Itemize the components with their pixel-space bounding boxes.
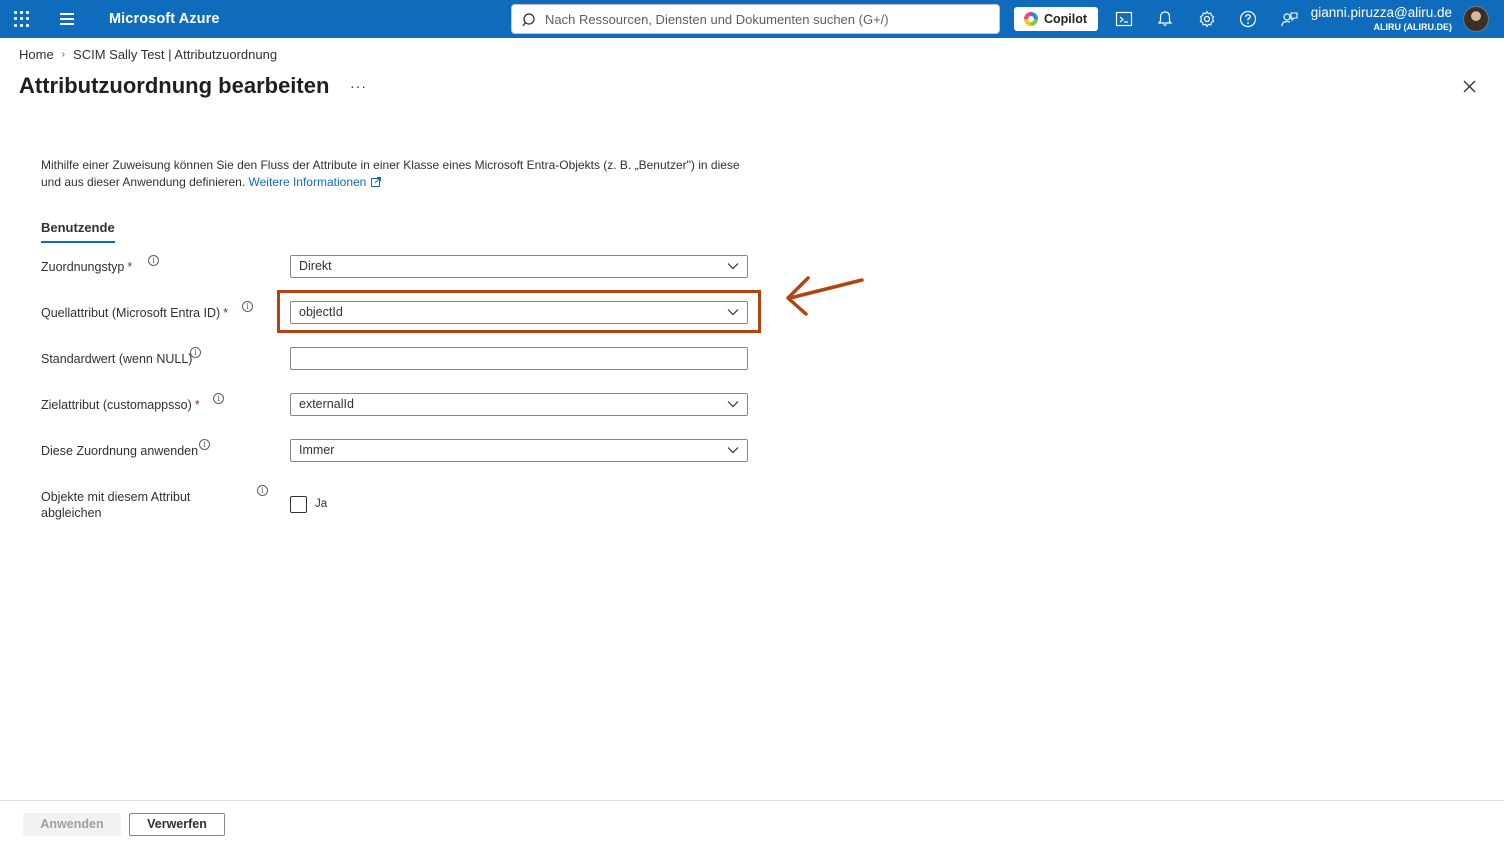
info-icon[interactable]: i — [199, 439, 210, 450]
user-tenant: ALIRU (ALIRU.DE) — [1373, 22, 1453, 32]
avatar[interactable] — [1463, 6, 1489, 32]
highlight-box — [277, 290, 761, 333]
mapping-type-label: Zuordnungstyp * — [41, 260, 133, 274]
target-attribute-value: externalId — [299, 397, 354, 411]
discard-button[interactable]: Verwerfen — [129, 813, 225, 836]
source-attribute-label: Quellattribut (Microsoft Entra ID) * — [41, 306, 229, 320]
apply-mapping-label: Diese Zuordnung anwenden — [41, 444, 199, 458]
learn-more-link[interactable]: Weitere Informationen — [249, 175, 382, 189]
account-menu[interactable]: gianni.piruzza@aliru.de ALIRU (ALIRU.DE) — [1311, 5, 1452, 33]
learn-more-label: Weitere Informationen — [248, 175, 367, 189]
search-input[interactable] — [545, 9, 985, 29]
brand-title[interactable]: Microsoft Azure — [109, 11, 220, 27]
footer-bar: Anwenden Verwerfen — [0, 800, 1504, 846]
info-icon[interactable]: i — [190, 347, 201, 358]
target-attribute-label: Zielattribut (customappsso) * — [41, 398, 200, 412]
apply-button[interactable]: Anwenden — [23, 813, 121, 836]
bell-icon[interactable] — [1155, 9, 1175, 29]
hamburger-icon[interactable] — [60, 13, 76, 25]
cloud-shell-icon[interactable] — [1114, 9, 1134, 29]
match-objects-label-line2: abgleichen — [41, 506, 102, 520]
more-options-icon[interactable]: ··· — [350, 78, 367, 94]
copilot-button[interactable]: Copilot — [1014, 7, 1098, 31]
target-attribute-dropdown[interactable]: externalId — [290, 393, 748, 416]
chevron-down-icon — [727, 263, 739, 270]
info-icon[interactable]: i — [257, 485, 268, 496]
chevron-down-icon — [727, 447, 739, 454]
waffle-icon[interactable] — [14, 11, 30, 27]
breadcrumb-current[interactable]: SCIM Sally Test | Attributzuordnung — [73, 47, 277, 62]
breadcrumb-home[interactable]: Home — [19, 47, 54, 62]
apply-mapping-value: Immer — [299, 443, 335, 457]
user-name: gianni.piruzza@aliru.de — [1310, 5, 1452, 20]
default-value-label: Standardwert (wenn NULL) — [41, 352, 193, 366]
feedback-icon[interactable] — [1279, 9, 1299, 29]
match-objects-label-line1: Objekte mit diesem Attribut — [41, 490, 191, 504]
match-objects-label: Objekte mit diesem Attribut abgleichen — [41, 489, 190, 521]
top-bar: Microsoft Azure Copilot gianni.piruzza@a… — [0, 0, 1504, 38]
gear-icon[interactable] — [1197, 9, 1217, 29]
breadcrumb: Home › SCIM Sally Test | Attributzuordnu… — [19, 47, 277, 62]
mapping-type-dropdown[interactable]: Direkt — [290, 255, 748, 278]
close-icon[interactable] — [1462, 79, 1477, 94]
info-icon[interactable]: i — [242, 301, 253, 312]
match-objects-checkbox-label[interactable]: Ja — [315, 498, 327, 510]
annotation-arrow-icon — [786, 276, 864, 316]
external-link-icon — [371, 177, 382, 187]
description: Mithilfe einer Zuweisung können Sie den … — [41, 157, 761, 191]
search-icon — [522, 13, 535, 27]
tab-underline — [41, 241, 115, 243]
info-icon[interactable]: i — [148, 255, 159, 266]
copilot-logo-icon — [1024, 12, 1038, 26]
mapping-type-value: Direkt — [299, 259, 332, 273]
description-text: Mithilfe einer Zuweisung können Sie den … — [41, 158, 740, 189]
global-search[interactable] — [511, 4, 1000, 34]
chevron-down-icon — [727, 401, 739, 408]
copilot-label: Copilot — [1044, 12, 1088, 26]
tab-benutzende[interactable]: Benutzende — [41, 220, 115, 235]
match-objects-checkbox[interactable] — [290, 496, 307, 513]
page-title: Attributzuordnung bearbeiten — [19, 73, 330, 98]
default-value-field[interactable] — [290, 347, 748, 370]
info-icon[interactable]: i — [213, 393, 224, 404]
help-icon[interactable] — [1238, 9, 1258, 29]
apply-mapping-dropdown[interactable]: Immer — [290, 439, 748, 462]
chevron-right-icon: › — [61, 49, 66, 60]
